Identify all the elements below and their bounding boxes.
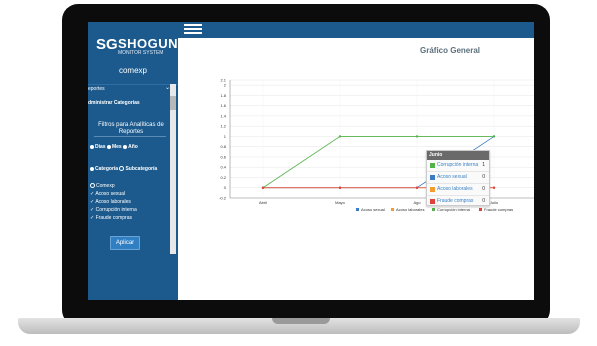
y-tick-label: 1.8: [220, 93, 226, 98]
data-point: [492, 135, 496, 138]
tooltip-row: Acoso laborales 0: [427, 184, 489, 196]
y-tick-label: -0.2: [219, 196, 227, 201]
x-tick-label: Abril: [259, 200, 267, 205]
legend-swatch: [479, 208, 482, 211]
data-point: [415, 135, 419, 138]
data-point: [492, 186, 496, 189]
tooltip-row: Fraude compras 0: [427, 196, 489, 208]
legend-swatch: [356, 208, 359, 211]
chart-tooltip: Junio Corrupción interna 1 Acoso sexual 0 …: [426, 150, 490, 208]
laptop-notch: [272, 318, 330, 324]
y-tick-label: 1.2: [220, 124, 226, 129]
legend-swatch: [391, 208, 394, 211]
tooltip-row: Acoso sexual 0: [427, 172, 489, 184]
y-tick-label: 1: [224, 134, 227, 139]
legend-swatch: [432, 208, 435, 211]
y-tick-label: 0: [224, 185, 227, 190]
y-tick-label: 0.4: [220, 165, 226, 170]
y-tick-label: 1.6: [220, 103, 226, 108]
legend-label: Acoso sexual: [361, 207, 385, 212]
y-tick-label: 0.6: [220, 154, 226, 159]
tooltip-row: Corrupción interna 1: [427, 160, 489, 172]
y-tick-label: 2: [224, 83, 227, 88]
data-point: [261, 186, 265, 189]
y-tick-label: 1.4: [220, 113, 226, 118]
data-point: [415, 186, 419, 189]
y-tick-label: 0.2: [220, 175, 226, 180]
y-tick-label: 0.8: [220, 144, 226, 149]
tooltip-title: Junio: [427, 151, 489, 160]
legend-label: Acoso laborales: [396, 207, 424, 212]
x-tick-label: Mayo: [335, 200, 346, 205]
x-tick-label: Ago: [413, 200, 421, 205]
data-point: [338, 186, 342, 189]
x-tick-label: Julio: [490, 200, 499, 205]
data-point: [338, 135, 342, 138]
screen: SG SHOGUN MONITOR SYSTEM comexp eportes …: [88, 22, 534, 300]
